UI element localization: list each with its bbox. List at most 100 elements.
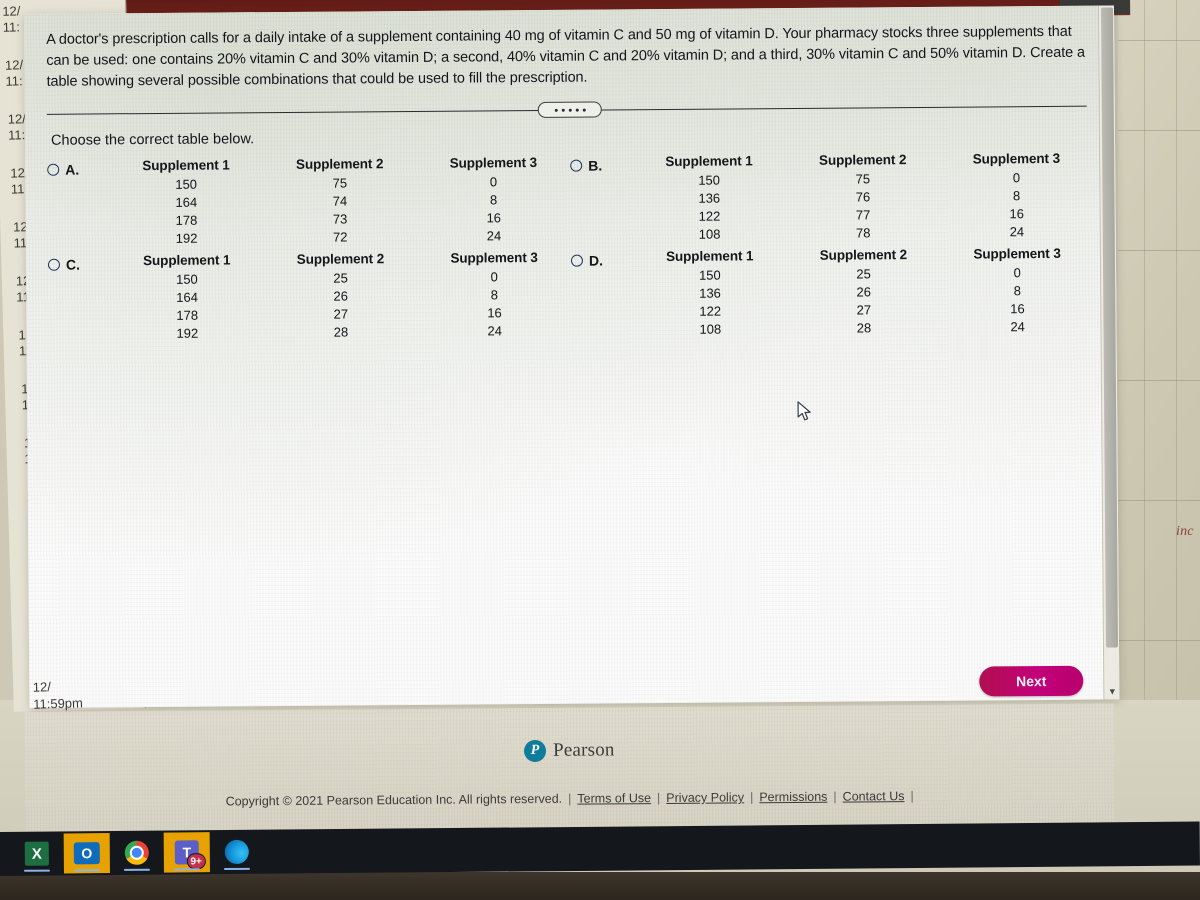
footer-separator: |	[568, 791, 572, 806]
vertical-scrollbar[interactable]: ▼	[1097, 5, 1120, 700]
option-table-a: Supplement 1 Supplement 2 Supplement 3 150 7…	[109, 155, 571, 249]
table-cell: 16	[1009, 206, 1025, 222]
chevron-down-icon[interactable]: ▼	[1104, 683, 1119, 699]
table-cell: 75	[332, 175, 348, 191]
dot-icon	[561, 108, 565, 112]
choose-instruction: Choose the correct table below.	[50, 131, 255, 149]
table-cell: 164	[175, 194, 198, 210]
timestamp-time: 11:	[5, 73, 23, 89]
bottom-stamp-date: 12/	[32, 679, 52, 695]
footer-link-contact-us[interactable]: Contact Us	[843, 789, 905, 803]
photo-of-screen-scene: inc 12/11: 12/11: 12/11: 12/11: 12/11: 12/11:…	[0, 0, 1200, 900]
table-cell: 24	[1010, 319, 1025, 335]
table-cell: 0	[489, 174, 498, 190]
radio-group-b[interactable]: B.	[570, 154, 632, 174]
answer-option-a[interactable]: A. Supplement 1 Supplement 2 Supplement 3 15…	[47, 155, 571, 249]
table-cell: 27	[856, 302, 872, 318]
taskbar-excel-icon[interactable]: X	[14, 833, 60, 873]
option-table-c: Supplement 1 Supplement 2 Supplement 3 150 2…	[110, 250, 572, 344]
option-table-b: Supplement 1 Supplement 2 Supplement 3 150 7…	[632, 151, 1094, 245]
footer-link-terms-of-use[interactable]: Terms of Use	[577, 791, 651, 806]
footer-link-permissions[interactable]: Permissions	[759, 790, 827, 805]
taskbar-running-indicator	[223, 867, 250, 871]
table-cell: 136	[699, 285, 721, 301]
outlook-glyph: O	[73, 842, 100, 865]
pearson-question-window: A doctor's prescription calls for a dail…	[24, 5, 1120, 708]
answer-option-c[interactable]: C. Supplement 1 Supplement 2 Supplement 3 15…	[47, 250, 572, 344]
column-header: Supplement 3	[972, 150, 1061, 167]
table-cell: 136	[698, 190, 721, 206]
table-cell: 24	[1009, 224, 1025, 240]
timestamp-date: 12/	[2, 3, 21, 19]
table-cell: 0	[1012, 170, 1021, 186]
table-cell: 192	[176, 325, 199, 341]
table-cell: 8	[1013, 283, 1022, 299]
table-cell: 0	[490, 269, 498, 285]
table-cell: 150	[698, 267, 721, 283]
table-cell: 164	[176, 289, 198, 305]
taskbar-outlook-icon[interactable]: O	[63, 833, 110, 874]
table-cell: 16	[1010, 301, 1025, 317]
answer-option-b[interactable]: B. Supplement 1 Supplement 2 Supplement 3 15…	[570, 151, 1094, 245]
table-cell: 0	[1013, 265, 1021, 281]
table-cell: 150	[175, 271, 198, 287]
table-cell: 8	[489, 192, 498, 208]
excel-glyph: X	[24, 841, 49, 866]
background-timestamp: 12/11:	[5, 57, 24, 89]
option-letter-a: A.	[65, 161, 80, 178]
table-cell: 27	[333, 306, 349, 322]
footer-separator: |	[833, 789, 837, 804]
radio-group-d[interactable]: D.	[570, 249, 633, 269]
table-cell: 122	[698, 208, 721, 224]
dot-icon	[582, 108, 586, 112]
page-footer: P Pearson Copyright © 2021 Pearson Educa…	[24, 703, 1115, 832]
table-cell: 24	[487, 323, 502, 339]
copyright-text: Copyright © 2021 Pearson Education Inc. …	[225, 791, 563, 809]
radio-button-d[interactable]	[570, 254, 584, 267]
table-cell: 8	[490, 287, 499, 303]
table-cell: 16	[486, 210, 502, 226]
radio-group-c[interactable]: C.	[47, 253, 110, 273]
footer-separator: |	[910, 789, 914, 804]
backdrop-gridline	[1118, 640, 1200, 641]
table-cell: 74	[332, 193, 348, 209]
table-cell: 150	[175, 176, 198, 192]
table-cell: 77	[855, 207, 871, 223]
taskbar-running-indicator	[73, 869, 100, 872]
footer-separator: |	[656, 791, 661, 806]
radio-group-a[interactable]: A.	[47, 158, 109, 178]
table-cell: 28	[856, 320, 872, 336]
answer-options: A. Supplement 1 Supplement 2 Supplement 3 15…	[47, 151, 1094, 344]
chrome-glyph	[124, 840, 149, 865]
pearson-p-icon: P	[523, 739, 547, 763]
option-table-d: Supplement 1 Supplement 2 Supplement 3 150 2…	[633, 246, 1095, 340]
table-cell: 24	[486, 228, 502, 244]
taskbar-chrome-icon[interactable]	[114, 833, 160, 873]
table-cell: 108	[699, 321, 722, 337]
radio-button-b[interactable]	[570, 159, 583, 172]
table-cell: 78	[855, 225, 871, 241]
table-cell: 25	[856, 266, 871, 282]
radio-button-a[interactable]	[47, 163, 60, 176]
taskbar-teams-icon[interactable]: T 9+	[163, 832, 210, 873]
divider-ellipsis-button[interactable]	[537, 101, 602, 118]
timestamp-date: 12/	[7, 111, 27, 127]
column-header: Supplement 1	[143, 252, 231, 269]
footer-link-privacy-policy[interactable]: Privacy Policy	[666, 790, 744, 805]
background-timestamp: 12/11:	[2, 3, 21, 35]
scrollbar-thumb[interactable]	[1100, 7, 1119, 648]
next-button[interactable]: Next	[979, 665, 1084, 697]
table-cell: 75	[855, 171, 871, 187]
taskbar-running-indicator	[173, 868, 200, 871]
background-timestamp: 12/11:	[8, 111, 27, 143]
table-cell: 26	[333, 288, 349, 304]
answer-option-d[interactable]: D. Supplement 1 Supplement 2 Supplement 3 15…	[570, 246, 1095, 340]
taskbar-edge-icon[interactable]	[214, 832, 260, 872]
radio-button-c[interactable]	[47, 258, 61, 271]
column-header: Supplement 3	[449, 154, 538, 171]
pearson-logo: P Pearson	[523, 739, 615, 763]
option-letter-b: B.	[588, 157, 603, 174]
table-cell: 72	[332, 229, 348, 245]
pearson-wordmark: Pearson	[552, 739, 615, 761]
table-cell: 108	[698, 226, 721, 242]
